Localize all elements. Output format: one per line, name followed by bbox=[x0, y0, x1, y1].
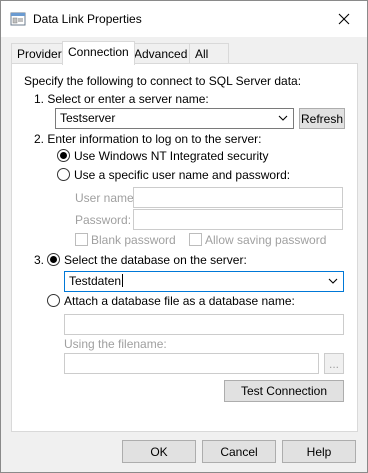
close-button[interactable] bbox=[321, 1, 367, 37]
data-link-icon bbox=[10, 11, 26, 27]
ok-button[interactable]: OK bbox=[122, 440, 196, 463]
connection-panel: Specify the following to connect to SQL … bbox=[11, 63, 358, 432]
tab-advanced[interactable]: Advanced bbox=[128, 43, 194, 64]
username-label: User name: bbox=[75, 191, 138, 205]
password-input[interactable] bbox=[133, 209, 343, 230]
allow-saving-checkbox[interactable] bbox=[189, 233, 202, 246]
tab-all[interactable]: All bbox=[189, 43, 229, 64]
tab-connection[interactable]: Connection bbox=[62, 41, 135, 65]
blank-password-label[interactable]: Blank password bbox=[91, 233, 176, 247]
chevron-down-icon[interactable] bbox=[327, 275, 339, 287]
select-db-radio[interactable] bbox=[47, 253, 60, 266]
attach-db-input[interactable] bbox=[64, 314, 344, 335]
tab-provider[interactable]: Provider bbox=[11, 43, 68, 64]
text-caret bbox=[122, 274, 124, 287]
windows-auth-label[interactable]: Use Windows NT Integrated security bbox=[74, 149, 269, 163]
server-name-value: Testserver bbox=[60, 111, 116, 125]
database-combobox[interactable]: Testdaten bbox=[64, 271, 344, 292]
chevron-down-icon[interactable] bbox=[277, 112, 289, 124]
cancel-button[interactable]: Cancel bbox=[202, 440, 276, 463]
window-title: Data Link Properties bbox=[33, 12, 142, 26]
step2-label: 2. Enter information to log on to the se… bbox=[34, 132, 262, 146]
database-value: Testdaten bbox=[69, 274, 122, 288]
blank-password-checkbox[interactable] bbox=[75, 233, 88, 246]
test-connection-button[interactable]: Test Connection bbox=[224, 380, 344, 402]
specific-auth-radio[interactable] bbox=[57, 168, 70, 181]
allow-saving-label[interactable]: Allow saving password bbox=[205, 233, 326, 247]
filename-label: Using the filename: bbox=[64, 337, 167, 351]
username-input[interactable] bbox=[133, 187, 343, 208]
windows-auth-radio[interactable] bbox=[57, 149, 70, 162]
dialog-window: Data Link Properties Provider Connection… bbox=[0, 0, 368, 473]
server-name-combobox[interactable]: Testserver bbox=[55, 108, 294, 129]
help-button[interactable]: Help bbox=[282, 440, 356, 463]
refresh-button[interactable]: Refresh bbox=[299, 108, 345, 129]
filename-input[interactable] bbox=[64, 353, 319, 374]
password-label: Password: bbox=[75, 213, 132, 227]
browse-button[interactable]: ... bbox=[324, 353, 344, 374]
title-bar: Data Link Properties bbox=[1, 1, 367, 37]
select-db-label[interactable]: Select the database on the server: bbox=[64, 253, 247, 267]
step3-prefix: 3. bbox=[34, 253, 45, 267]
specific-auth-label[interactable]: Use a specific user name and password: bbox=[74, 168, 290, 182]
step1-label: 1. Select or enter a server name: bbox=[34, 92, 209, 106]
attach-db-radio[interactable] bbox=[47, 294, 60, 307]
attach-db-label[interactable]: Attach a database file as a database nam… bbox=[64, 294, 295, 308]
intro-text: Specify the following to connect to SQL … bbox=[24, 74, 302, 88]
close-icon bbox=[338, 13, 350, 25]
